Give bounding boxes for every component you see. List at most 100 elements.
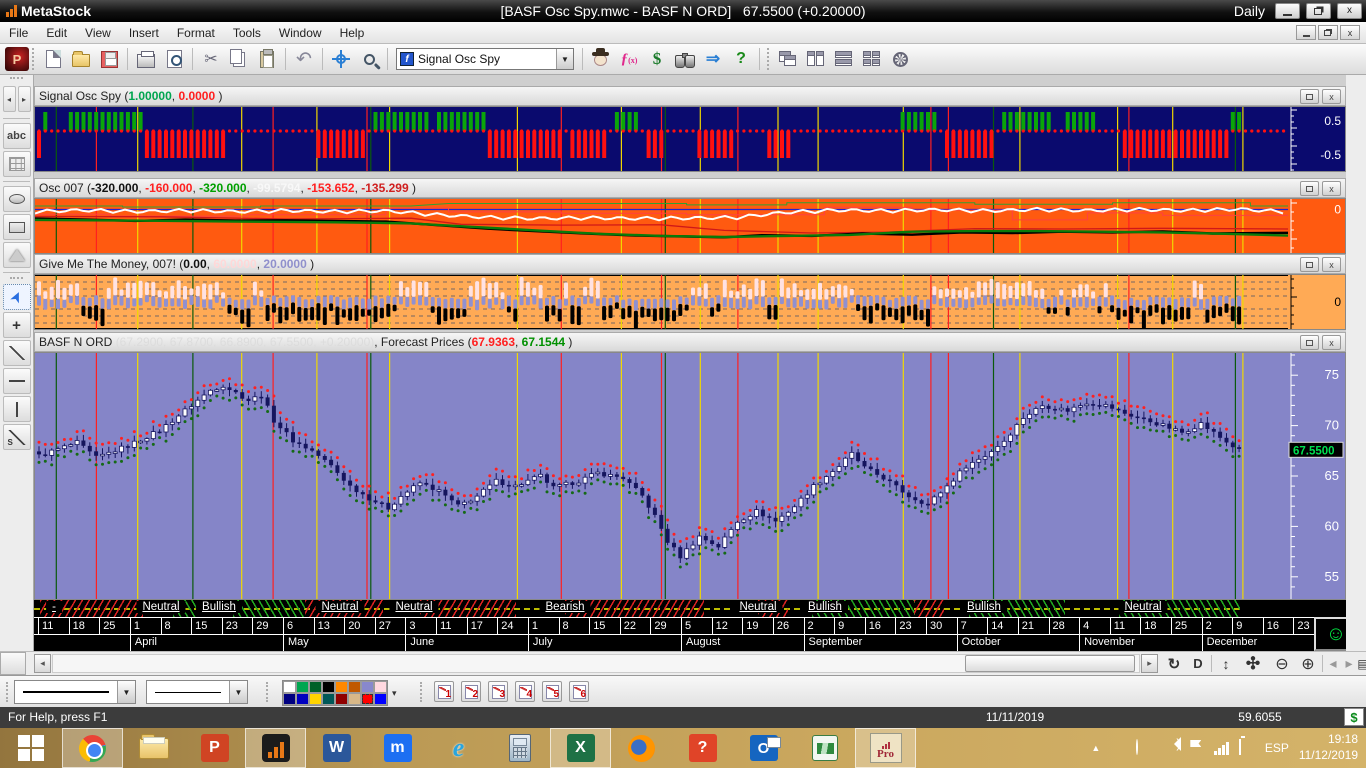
zoom-toolbar-handle[interactable] [420,682,423,702]
expert-advisor-button[interactable] [588,47,614,72]
network-icon[interactable] [1136,740,1152,756]
panel-maximize-button-price[interactable] [1300,335,1319,350]
scroll-left-tool[interactable]: ◂ [3,86,16,112]
taskbar-app-maxthon[interactable]: m [367,728,428,768]
explorer-button[interactable] [672,47,698,72]
taskbar-app-chrome[interactable] [62,728,123,768]
line-weight-dropdown[interactable]: ▼ [117,681,135,703]
usb-icon[interactable] [1110,740,1126,756]
color-swatch[interactable] [309,693,322,705]
text-tool[interactable]: abc [3,123,31,149]
paste-button[interactable] [254,47,280,72]
zoom-preset-button-2[interactable]: 2 [461,681,481,702]
color-swatch[interactable] [361,681,374,693]
menu-item-insert[interactable]: Insert [120,23,168,43]
next-chart-button[interactable]: ▸ [1341,653,1357,674]
panel-header-price[interactable]: BASF N ORD (67.2900, 67.8700, 66.8900, 6… [34,332,1346,352]
undo-button[interactable]: ↶ [291,47,317,72]
panel-header-signal[interactable]: Signal Osc Spy (1.00000, 0.0000 ) x [34,86,1346,106]
panel-close-button-osc[interactable]: x [1322,181,1341,196]
system-tester-button[interactable]: $ [644,47,670,72]
color-swatch[interactable] [361,693,374,705]
panel-body-osc[interactable]: 0 [34,198,1346,254]
taskbar-app-excel[interactable]: X [550,728,611,768]
move-chart-button[interactable]: ✣ [1240,653,1266,674]
color-swatch[interactable] [283,681,296,693]
refresh-button[interactable]: ↻ [1162,653,1186,674]
context-help-button[interactable]: ? [728,47,754,72]
color-swatch[interactable] [374,681,387,693]
color-swatch[interactable] [335,693,348,705]
drawing-toolbar-handle[interactable] [10,77,23,82]
taskbar-app-pro[interactable]: Pro [855,728,916,768]
menu-item-view[interactable]: View [76,23,120,43]
grid-tool[interactable] [3,151,31,177]
panel-body-price[interactable]: 757065605567.5500 [34,352,1346,600]
line-style-dropdown[interactable]: ▼ [229,681,247,703]
ellipse-tool[interactable] [3,186,31,212]
color-swatch[interactable] [348,693,361,705]
taskbar-app-firefox[interactable] [611,728,672,768]
periodicity-button[interactable]: D [1188,653,1208,674]
scrollbar-left-arrow[interactable]: ◂ [34,654,51,673]
minimize-button[interactable] [1275,3,1300,19]
scrollbar-thumb[interactable] [965,655,1135,672]
palette-handle[interactable] [266,682,269,702]
color-swatch[interactable] [374,693,387,705]
date-axis-months[interactable]: AprilMayJuneJulyAugustSeptemberOctoberNo… [34,635,1346,651]
crosshair-button[interactable] [328,47,354,72]
flag-icon[interactable] [1188,740,1204,756]
metastock-app-icon[interactable]: P [5,47,29,71]
scroll-right-tool[interactable]: ▸ [18,86,31,112]
trendline-tool[interactable] [3,340,31,366]
panel-maximize-button-osc[interactable] [1300,181,1319,196]
cut-button[interactable]: ✂ [198,47,224,72]
palette-dropdown[interactable]: ▾ [392,688,397,699]
mdi-close-button[interactable]: x [1340,25,1360,40]
zoom-out-button[interactable]: ⊖ [1270,653,1294,674]
zoom-preset-button-3[interactable]: 3 [488,681,508,702]
options-gear-button[interactable] [887,47,913,72]
panel-maximize-button-signal[interactable] [1300,89,1319,104]
battery-icon[interactable] [1239,740,1255,756]
crosshair-tool[interactable]: + [3,312,31,338]
toolbar-drag-handle-2[interactable] [767,48,771,70]
corner-resize-box[interactable] [0,652,26,675]
drawing-toolbar-handle-2[interactable] [10,277,23,282]
scrollbar-track[interactable] [52,654,1140,673]
combo-dropdown-button[interactable]: ▼ [556,49,573,69]
vertical-scale-button[interactable]: ↕ [1215,653,1237,674]
color-swatch[interactable] [322,693,335,705]
start-button[interactable] [0,728,62,768]
color-swatch[interactable] [296,693,309,705]
style-toolbar-handle[interactable] [6,682,9,702]
taskbar-app-calculator[interactable] [489,728,550,768]
zoom-preset-button-4[interactable]: 4 [515,681,535,702]
color-swatch[interactable] [309,681,322,693]
zoom-in-button[interactable]: ⊕ [1296,653,1320,674]
taskbar-app-powerpoint[interactable]: P [184,728,245,768]
close-button[interactable]: x [1337,3,1362,19]
taskbar-app-word[interactable]: W [306,728,367,768]
zoom-preset-button-5[interactable]: 5 [542,681,562,702]
semilog-trendline-tool[interactable]: S [3,424,31,450]
taskbar-app-ie[interactable]: e [428,728,489,768]
prev-chart-button[interactable]: ◂ [1325,653,1341,674]
menu-item-help[interactable]: Help [331,23,374,43]
mdi-minimize-button[interactable] [1296,25,1316,40]
new-chart-button[interactable] [40,47,66,72]
zoom-preset-button-1[interactable]: 1 [434,681,454,702]
menu-item-window[interactable]: Window [270,23,331,43]
taskbar-app-metastock[interactable] [245,728,306,768]
tray-expand-icon[interactable]: ▲ [1091,743,1100,753]
taskbar-app-explorer[interactable] [123,728,184,768]
chart-list-button[interactable]: ▤ [1356,653,1366,674]
open-button[interactable] [68,47,94,72]
signal-strength-icon[interactable] [1214,741,1229,755]
volume-icon[interactable] [1162,740,1178,756]
panel-close-button-signal[interactable]: x [1322,89,1341,104]
indicator-builder-button[interactable]: ƒ(x) [616,47,642,72]
color-swatch[interactable] [335,681,348,693]
color-swatch[interactable] [296,681,309,693]
panel-maximize-button-money[interactable] [1300,257,1319,272]
